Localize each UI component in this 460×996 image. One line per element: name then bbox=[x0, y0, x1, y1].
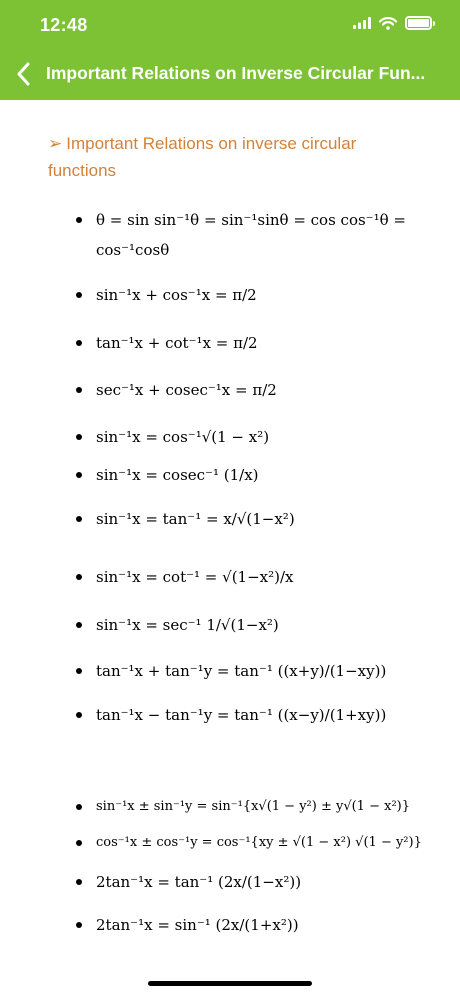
bullet-icon bbox=[76, 622, 82, 628]
bullet-icon bbox=[76, 879, 82, 885]
formula-text: cos⁻¹x ± cos⁻¹y = cos⁻¹{xy ± √(1 − x²) √… bbox=[96, 835, 422, 850]
formula-text: tan⁻¹x + tan⁻¹y = tan⁻¹ ((x+y)/(1−xy)) bbox=[96, 662, 387, 680]
battery-icon bbox=[405, 16, 435, 30]
status-bar: 12:48 bbox=[0, 0, 460, 50]
back-button[interactable] bbox=[8, 58, 38, 90]
formula-text: tan⁻¹x − tan⁻¹y = tan⁻¹ ((x−y)/(1+xy)) bbox=[96, 706, 387, 724]
list-item: sin⁻¹x = cosec⁻¹ (1/x) bbox=[76, 460, 438, 490]
status-time: 12:48 bbox=[40, 15, 88, 35]
chevron-left-icon bbox=[17, 62, 30, 86]
bullet-icon bbox=[76, 292, 82, 298]
navigation-bar: Important Relations on Inverse Circular … bbox=[0, 52, 460, 96]
formula-text: sin⁻¹x = tan⁻¹ = x/√(1−x²) bbox=[96, 510, 295, 528]
list-item: sin⁻¹x = sec⁻¹ 1/√(1−x²) bbox=[76, 610, 438, 640]
content-area: ➢ Important Relations on inverse circular… bbox=[0, 100, 460, 960]
list-item: sin⁻¹x = cot⁻¹ = √(1−x²)/x bbox=[76, 562, 438, 592]
formula-text: 2tan⁻¹x = sin⁻¹ (2x/(1+x²)) bbox=[96, 916, 299, 934]
bullet-icon bbox=[76, 804, 82, 810]
signal-icon bbox=[353, 17, 371, 29]
formula-text: 2tan⁻¹x = tan⁻¹ (2x/(1−x²)) bbox=[96, 873, 302, 891]
bullet-icon bbox=[76, 574, 82, 580]
list-item: tan⁻¹x − tan⁻¹y = tan⁻¹ ((x−y)/(1+xy)) bbox=[76, 700, 438, 730]
section-heading-text: Important Relations on inverse circular … bbox=[48, 134, 357, 180]
formula-text: θ = sin sin⁻¹θ = sin⁻¹sinθ = cos cos⁻¹θ … bbox=[96, 211, 406, 259]
formula-text: sin⁻¹x ± sin⁻¹y = sin⁻¹{x√(1 − y²) ± y√(… bbox=[96, 799, 410, 814]
home-indicator[interactable] bbox=[148, 981, 312, 986]
bullet-icon bbox=[76, 516, 82, 522]
wifi-icon bbox=[379, 16, 397, 30]
arrow-bullet-icon: ➢ bbox=[48, 134, 63, 153]
list-item: 2tan⁻¹x = sin⁻¹ (2x/(1+x²)) bbox=[76, 910, 438, 940]
list-item: tan⁻¹x + tan⁻¹y = tan⁻¹ ((x+y)/(1−xy)) bbox=[76, 656, 438, 686]
list-item: 2tan⁻¹x = tan⁻¹ (2x/(1−x²)) bbox=[76, 867, 438, 897]
formula-text: sec⁻¹x + cosec⁻¹x = π/2 bbox=[96, 381, 277, 399]
list-item: sec⁻¹x + cosec⁻¹x = π/2 bbox=[76, 375, 438, 405]
list-item: θ = sin sin⁻¹θ = sin⁻¹sinθ = cos cos⁻¹θ … bbox=[76, 205, 438, 265]
list-item: sin⁻¹x + cos⁻¹x = π/2 bbox=[76, 280, 438, 310]
bullet-icon bbox=[76, 668, 82, 674]
list-item: cos⁻¹x ± cos⁻¹y = cos⁻¹{xy ± √(1 − x²) √… bbox=[76, 828, 438, 858]
bullet-icon bbox=[76, 387, 82, 393]
home-indicator-area bbox=[0, 960, 460, 996]
formula-text: sin⁻¹x = cosec⁻¹ (1/x) bbox=[96, 466, 259, 484]
list-item: sin⁻¹x ± sin⁻¹y = sin⁻¹{x√(1 − y²) ± y√(… bbox=[76, 792, 438, 822]
page-title: Important Relations on Inverse Circular … bbox=[46, 63, 426, 83]
list-item: sin⁻¹x = cos⁻¹√(1 − x²) bbox=[76, 422, 438, 452]
formula-text: sin⁻¹x = cos⁻¹√(1 − x²) bbox=[96, 428, 270, 446]
section-heading: ➢ Important Relations on inverse circular… bbox=[48, 130, 408, 184]
formula-text: sin⁻¹x + cos⁻¹x = π/2 bbox=[96, 286, 257, 304]
bullet-icon bbox=[76, 434, 82, 440]
formula-text: tan⁻¹x + cot⁻¹x = π/2 bbox=[96, 334, 258, 352]
bullet-icon bbox=[76, 922, 82, 928]
bullet-icon bbox=[76, 217, 82, 223]
bullet-icon bbox=[76, 840, 82, 846]
list-item: sin⁻¹x = tan⁻¹ = x/√(1−x²) bbox=[76, 504, 438, 534]
app-header: 12:48 Important Relations on Inverse Cir… bbox=[0, 0, 460, 100]
list-item: tan⁻¹x + cot⁻¹x = π/2 bbox=[76, 328, 438, 358]
formula-text: sin⁻¹x = sec⁻¹ 1/√(1−x²) bbox=[96, 616, 279, 634]
status-icons bbox=[353, 16, 435, 30]
formula-text: sin⁻¹x = cot⁻¹ = √(1−x²)/x bbox=[96, 568, 294, 586]
bullet-icon bbox=[76, 712, 82, 718]
bullet-icon bbox=[76, 340, 82, 346]
bullet-icon bbox=[76, 472, 82, 478]
